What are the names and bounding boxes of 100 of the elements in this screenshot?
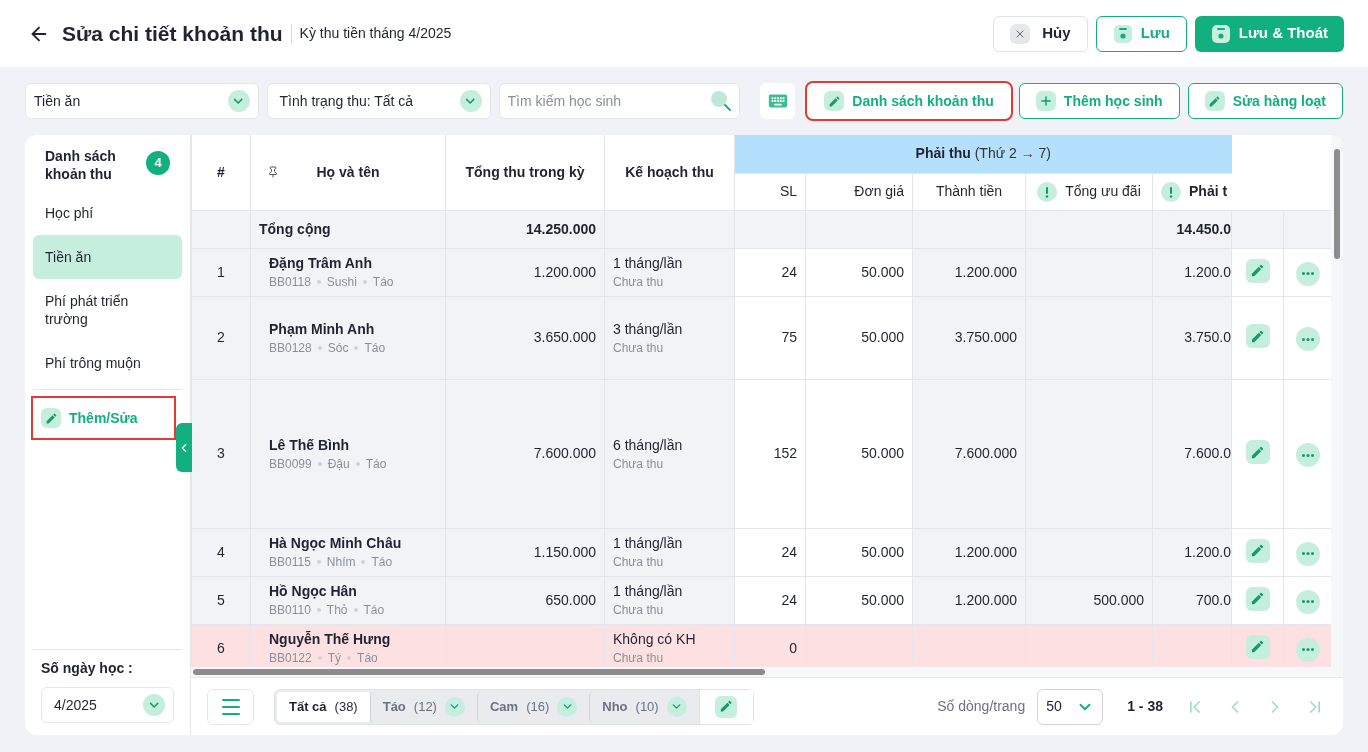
more-button[interactable] bbox=[1295, 443, 1320, 468]
column-header: SL bbox=[734, 173, 806, 210]
more-icon bbox=[1301, 552, 1314, 556]
class-name: Sushi bbox=[326, 274, 357, 290]
collapse-handle[interactable] bbox=[176, 423, 192, 472]
group-tab[interactable]: Cam (16) bbox=[476, 691, 590, 722]
status-select[interactable]: Tình trạng thu: Tất cả bbox=[266, 83, 491, 119]
edit-row-button[interactable] bbox=[1245, 324, 1270, 349]
page-size-select[interactable]: 50 bbox=[1037, 688, 1104, 725]
column-header: Thành tiền bbox=[912, 173, 1026, 210]
sidebar-item[interactable]: Học phí bbox=[33, 191, 182, 235]
chevron-down-icon bbox=[143, 694, 165, 716]
student-name: Đặng Trâm Anh bbox=[269, 254, 373, 272]
more-icon bbox=[1301, 337, 1314, 341]
student-code: BB0118 bbox=[269, 274, 311, 290]
chevron-down-icon bbox=[459, 90, 482, 112]
more-icon bbox=[1301, 600, 1314, 604]
pencil-icon bbox=[1250, 444, 1266, 460]
horizontal-scrollbar[interactable] bbox=[191, 667, 1331, 677]
more-button[interactable] bbox=[1295, 541, 1320, 566]
group-name: Táo bbox=[365, 455, 387, 472]
pencil-icon bbox=[824, 91, 845, 111]
amount-due: 3.750.0 bbox=[1184, 329, 1231, 345]
column-header: Phải t bbox=[1152, 173, 1232, 210]
quantity: 152 bbox=[773, 445, 797, 461]
quantity: 24 bbox=[781, 591, 797, 608]
search-field[interactable]: Tìm kiếm học sinh bbox=[498, 83, 741, 119]
edit-row-button[interactable] bbox=[1245, 258, 1270, 283]
cancel-button[interactable]: Hủy bbox=[993, 15, 1088, 52]
payment-status: Chưa thu bbox=[613, 274, 665, 290]
vertical-scrollbar[interactable] bbox=[1331, 135, 1343, 677]
sidebar-item[interactable]: Phí trông muộn bbox=[33, 341, 182, 385]
payment-status: Chưa thu bbox=[613, 339, 665, 356]
more-button[interactable] bbox=[1295, 637, 1320, 662]
count-badge: 4 bbox=[146, 151, 170, 175]
menu-button[interactable] bbox=[207, 688, 254, 725]
row-number: 3 bbox=[217, 445, 225, 461]
more-icon bbox=[1301, 272, 1314, 276]
pencil-icon bbox=[1250, 328, 1266, 344]
total-label: Tổng cộng bbox=[259, 221, 331, 237]
amount: 3.750.000 bbox=[954, 329, 1017, 345]
sidebar-title: Danh sách khoản thu bbox=[45, 147, 117, 183]
sidebar-item[interactable]: Phí phát triển trường bbox=[33, 279, 182, 341]
more-button[interactable] bbox=[1295, 327, 1320, 352]
sidebar-item[interactable]: Tiền ăn bbox=[33, 235, 182, 279]
quantity: 24 bbox=[781, 543, 797, 560]
search-icon bbox=[710, 90, 733, 112]
row-number: 4 bbox=[217, 543, 225, 560]
payment-plan: 6 tháng/lần bbox=[613, 435, 684, 454]
save-icon bbox=[1210, 23, 1231, 44]
edit-row-button[interactable] bbox=[1245, 634, 1270, 659]
amount-due: 700.0 bbox=[1196, 591, 1231, 608]
fee-select[interactable]: Tiền ăn bbox=[25, 83, 259, 119]
edit-groups-button[interactable] bbox=[698, 689, 753, 724]
pin-icon[interactable] bbox=[267, 166, 279, 179]
class-name: Thỏ bbox=[326, 602, 348, 618]
pencil-icon bbox=[1250, 543, 1266, 559]
group-header: Phải thu (Thứ 2 → 7) bbox=[734, 135, 1232, 173]
student-name: Nguyễn Thế Hưng bbox=[269, 630, 392, 648]
group-name: Táo bbox=[364, 339, 386, 356]
keyboard-button[interactable] bbox=[760, 83, 796, 119]
quantity: 24 bbox=[781, 263, 797, 280]
total-due: 14.450.0 bbox=[1176, 221, 1231, 237]
group-tab[interactable]: Tất cả (38) bbox=[277, 691, 370, 722]
group-name: Táo bbox=[371, 554, 393, 570]
edit-row-button[interactable] bbox=[1245, 586, 1270, 611]
unit-price: 50.000 bbox=[861, 329, 904, 345]
group-tab[interactable]: Táo (12) bbox=[369, 691, 477, 722]
student-name: Lê Thế Bình bbox=[269, 435, 351, 454]
student-code: BB0122 bbox=[269, 650, 312, 666]
payment-plan: 1 tháng/lần bbox=[613, 582, 684, 600]
close-icon bbox=[1010, 23, 1031, 44]
student-code: BB0128 bbox=[269, 339, 312, 356]
period-total: 7.600.000 bbox=[533, 445, 596, 461]
student-name: Hồ Ngọc Hân bbox=[269, 582, 358, 600]
group-tab[interactable]: Nho (10) bbox=[589, 691, 699, 722]
pencil-icon bbox=[1204, 91, 1225, 111]
quantity: 75 bbox=[781, 329, 797, 345]
column-header: Đơn giá bbox=[805, 173, 913, 210]
class-name: Tý bbox=[327, 650, 342, 666]
group-name: Táo bbox=[372, 274, 394, 290]
more-icon bbox=[1301, 453, 1314, 457]
amount: 7.600.000 bbox=[954, 445, 1017, 461]
payment-plan: 1 tháng/lần bbox=[613, 254, 684, 272]
edit-row-button[interactable] bbox=[1245, 440, 1270, 465]
column-header: Tổng thu trong kỳ bbox=[445, 135, 605, 210]
class-name: Đậu bbox=[327, 455, 350, 472]
discount: 500.000 bbox=[1093, 591, 1144, 608]
edit-row-button[interactable] bbox=[1245, 538, 1270, 563]
alert-icon bbox=[1161, 181, 1181, 202]
total-amount: 14.250.000 bbox=[525, 221, 596, 237]
column-header: Tổng ưu đãi bbox=[1025, 173, 1153, 210]
period-total: 650.000 bbox=[545, 591, 596, 608]
group-name: Táo bbox=[357, 650, 378, 666]
quantity: 0 bbox=[789, 639, 797, 656]
more-button[interactable] bbox=[1295, 589, 1320, 614]
month-select[interactable]: 4/2025 bbox=[41, 687, 174, 723]
more-button[interactable] bbox=[1295, 261, 1320, 286]
save-icon bbox=[1112, 23, 1133, 44]
student-code: BB0115 bbox=[269, 554, 311, 570]
